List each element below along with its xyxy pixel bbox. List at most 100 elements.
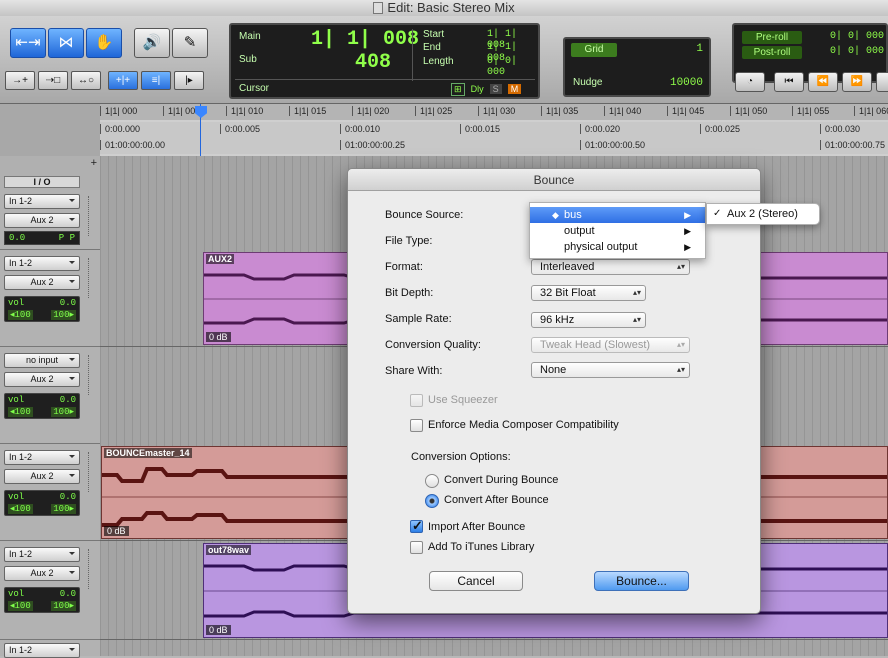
speaker-tool-button[interactable]: 🔊 bbox=[134, 28, 170, 58]
share-with-popup[interactable]: None ▴▾ bbox=[531, 362, 690, 378]
import-after-checkbox[interactable] bbox=[410, 518, 423, 534]
format-label: Format: bbox=[385, 261, 423, 273]
main-counter-value[interactable]: 1| 1| 008 bbox=[311, 28, 419, 51]
track-height-slider[interactable] bbox=[88, 452, 94, 492]
bar-tick: 1|1| 000 bbox=[100, 106, 137, 116]
use-squeezer-checkbox[interactable] bbox=[410, 394, 423, 407]
selected-dot-icon: ◆ bbox=[552, 210, 559, 220]
volume-pan-box: vol 0.0 ◂100 100▸ bbox=[4, 587, 80, 613]
submenu-arrow-icon: ▶ bbox=[684, 242, 691, 252]
sub-counter-value[interactable]: 408 bbox=[355, 51, 391, 74]
menu-item-physical-output[interactable]: physical output ▶ bbox=[530, 239, 705, 255]
link-mode-button[interactable]: ≡| bbox=[141, 71, 171, 90]
vol-value[interactable]: 0.0 bbox=[60, 492, 76, 502]
input-selector[interactable]: no input bbox=[4, 353, 80, 368]
rewind-button[interactable]: ⏪ bbox=[808, 72, 838, 92]
output-selector[interactable]: Aux 2 bbox=[4, 372, 80, 387]
mute-button[interactable]: M bbox=[507, 84, 522, 94]
input-selector[interactable]: In 1-2 bbox=[4, 547, 80, 562]
format-popup[interactable]: Interleaved ▴▾ bbox=[531, 259, 690, 275]
timeline-ruler[interactable]: 1|1| 000 1|1| 005 1|1| 010 1|1| 015 1|1|… bbox=[100, 104, 888, 156]
pan-left[interactable]: ◂100 bbox=[8, 310, 33, 320]
sample-rate-popup[interactable]: 96 kHz ▴▾ bbox=[531, 312, 646, 328]
slip-mode-button[interactable]: ↔○ bbox=[71, 71, 101, 90]
convert-after-label: Convert After Bounce bbox=[444, 494, 549, 506]
grabber-tool-button[interactable]: ✋ bbox=[86, 28, 122, 58]
link-timeline-icon[interactable]: ⊞ bbox=[451, 83, 465, 96]
volume-value[interactable]: 0.0 bbox=[9, 233, 25, 243]
track-height-slider[interactable] bbox=[88, 355, 94, 395]
minsec-ruler[interactable]: 0:00.000 0:00.005 0:00.010 0:00.015 0:00… bbox=[100, 122, 888, 138]
pan-p-right: P bbox=[69, 233, 75, 243]
preroll-button[interactable]: Pre-roll bbox=[742, 31, 802, 44]
bounce-button[interactable]: Bounce... bbox=[594, 571, 689, 591]
dly-label[interactable]: Dly bbox=[471, 84, 484, 94]
pan-right[interactable]: 100▸ bbox=[51, 310, 76, 320]
vol-value[interactable]: 0.0 bbox=[60, 395, 76, 405]
cancel-button[interactable]: Cancel bbox=[429, 571, 523, 591]
end-button[interactable] bbox=[876, 72, 888, 92]
pencil-tool-button[interactable]: ✎ bbox=[172, 28, 208, 58]
grid-value[interactable]: 1 bbox=[696, 43, 703, 55]
grid-button[interactable]: Grid bbox=[571, 43, 617, 57]
bus-submenu[interactable]: ✓ Aux 2 (Stereo) bbox=[706, 203, 820, 225]
main-counter: Main 1| 1| 008 Sub 408 Start 1| 1| 008 E… bbox=[229, 23, 540, 99]
online-button[interactable]: ◔ bbox=[735, 72, 765, 92]
nudge-value[interactable]: 10000 bbox=[670, 77, 703, 89]
fast-forward-button[interactable]: ⏩ bbox=[842, 72, 872, 92]
add-itunes-checkbox[interactable] bbox=[410, 541, 423, 554]
convert-after-radio[interactable] bbox=[425, 494, 439, 508]
return-to-zero-button[interactable]: ⏮ bbox=[774, 72, 804, 92]
add-track-icon[interactable]: + bbox=[91, 157, 97, 169]
convert-during-radio[interactable] bbox=[425, 474, 439, 488]
bar-tick: 1|1| 015 bbox=[289, 106, 326, 116]
conversion-options-label: Conversion Options: bbox=[411, 451, 511, 463]
pan-right[interactable]: 100▸ bbox=[51, 407, 76, 417]
bar-tick: 1|1| 035 bbox=[541, 106, 578, 116]
solo-button[interactable]: S bbox=[489, 84, 502, 94]
trim-tool-button[interactable]: ⋈ bbox=[48, 28, 84, 58]
output-selector[interactable]: Aux 2 bbox=[4, 213, 80, 228]
input-selector[interactable]: In 1-2 bbox=[4, 256, 80, 271]
input-selector[interactable]: In 1-2 bbox=[4, 450, 80, 465]
bar-tick: 1|1| 025 bbox=[415, 106, 452, 116]
pan-left[interactable]: ◂100 bbox=[8, 407, 33, 417]
output-selector[interactable]: Aux 2 bbox=[4, 275, 80, 290]
clip-gain[interactable]: 0 dB bbox=[206, 625, 231, 635]
conversion-quality-popup[interactable]: Tweak Head (Slowest) ▴▾ bbox=[531, 337, 690, 353]
postroll-button[interactable]: Post-roll bbox=[742, 46, 802, 59]
pan-indicators: P P bbox=[59, 233, 75, 243]
menu-item-output[interactable]: output ▶ bbox=[530, 223, 705, 239]
length-value[interactable]: 0| 0| 000 bbox=[487, 56, 538, 78]
counter-divider bbox=[412, 29, 413, 81]
pan-left[interactable]: ◂100 bbox=[8, 601, 33, 611]
grid-mode-button[interactable]: +|+ bbox=[108, 71, 138, 90]
pan-right[interactable]: 100▸ bbox=[51, 504, 76, 514]
input-selector[interactable]: In 1-2 bbox=[4, 194, 80, 209]
timecode-ruler[interactable]: 01:00:00:00.00 01:00:00:00.25 01:00:00:0… bbox=[100, 138, 888, 154]
bit-depth-popup[interactable]: 32 Bit Float ▴▾ bbox=[531, 285, 646, 301]
track-height-slider[interactable] bbox=[88, 258, 94, 298]
menu-item-label: output bbox=[564, 225, 595, 237]
postroll-value[interactable]: 0| 0| 000 bbox=[830, 46, 884, 57]
shuffle-mode-button[interactable]: →+ bbox=[5, 71, 35, 90]
clip-gain[interactable]: 0 dB bbox=[104, 526, 129, 536]
track-height-slider[interactable] bbox=[88, 549, 94, 589]
minsec-tick: 0:00.020 bbox=[580, 124, 620, 134]
output-selector[interactable]: Aux 2 bbox=[4, 566, 80, 581]
spot-mode-button[interactable]: ⇢□ bbox=[38, 71, 68, 90]
pan-left[interactable]: ◂100 bbox=[8, 504, 33, 514]
vol-value[interactable]: 0.0 bbox=[60, 298, 76, 308]
preroll-value[interactable]: 0| 0| 000 bbox=[830, 31, 884, 42]
clip-gain[interactable]: 0 dB bbox=[206, 332, 231, 342]
pan-right[interactable]: 100▸ bbox=[51, 601, 76, 611]
menu-item-bus[interactable]: ◆ bus ▶ bbox=[530, 207, 705, 223]
output-selector[interactable]: Aux 2 bbox=[4, 469, 80, 484]
start-label: Start bbox=[423, 29, 445, 40]
insertion-follows-button[interactable]: |▸ bbox=[174, 71, 204, 90]
bars-ruler[interactable]: 1|1| 000 1|1| 005 1|1| 010 1|1| 015 1|1|… bbox=[100, 104, 888, 120]
zoomer-tool-button[interactable]: ⇤⇥ bbox=[10, 28, 46, 58]
enforce-media-composer-checkbox[interactable] bbox=[410, 419, 423, 432]
track-height-slider[interactable] bbox=[88, 196, 94, 236]
vol-value[interactable]: 0.0 bbox=[60, 589, 76, 599]
